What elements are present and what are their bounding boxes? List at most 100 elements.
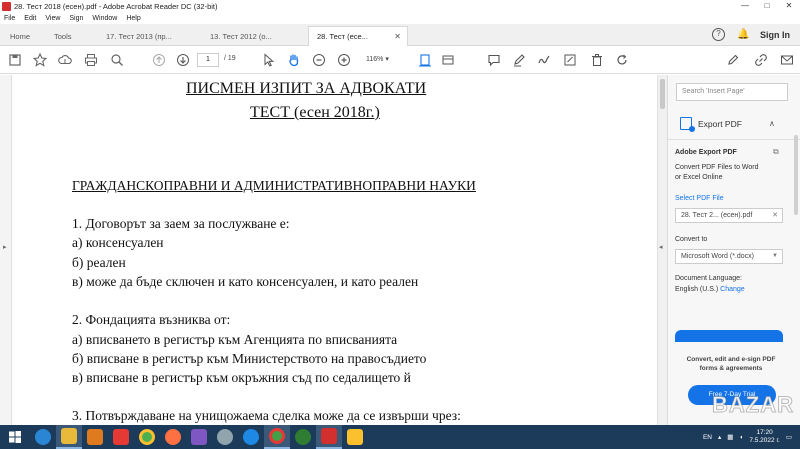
notifications-icon[interactable]: ▭ (786, 433, 792, 441)
keyboard-language[interactable]: EN (703, 434, 712, 441)
menu-file[interactable]: File (4, 15, 15, 22)
menu-edit[interactable]: Edit (24, 15, 36, 22)
tab-tools[interactable]: Tools (46, 26, 98, 46)
network-icon[interactable]: ▦ (727, 433, 733, 441)
fit-page-icon[interactable] (418, 53, 432, 67)
pane-scrollbar[interactable] (794, 135, 798, 215)
menu-bar: File Edit View Sign Window Help (0, 12, 800, 24)
doc-line: в) вписване в регистър към окръжния съд … (72, 370, 411, 385)
zoom-out-icon[interactable] (312, 53, 326, 67)
previous-page-icon[interactable] (152, 53, 166, 67)
page-count: / 19 (224, 55, 236, 62)
menu-help[interactable]: Help (126, 15, 140, 22)
change-language-link[interactable]: Change (720, 286, 745, 293)
maximize-button[interactable]: □ (756, 0, 778, 12)
close-window-button[interactable]: ✕ (778, 0, 800, 12)
left-nav-strip[interactable]: ▸ (0, 75, 12, 425)
menu-sign[interactable]: Sign (69, 15, 83, 22)
acrobat-app-icon (2, 1, 11, 11)
tab-document-17[interactable]: 17. Тест 2013 (пр... (98, 26, 202, 46)
comment-icon[interactable] (487, 53, 501, 67)
stamp-icon[interactable] (563, 53, 577, 67)
zoom-in-icon[interactable] (337, 53, 351, 67)
toolbar: 1 / 19 116% ▾ (0, 46, 800, 74)
doc-title-line1: ПИСМЕН ИЗПИТ ЗА АДВОКАТИ (186, 80, 427, 97)
print-icon[interactable] (84, 53, 98, 67)
clock[interactable]: 17:20 7.5.2022 г. (749, 429, 780, 445)
taskbar-chrome-icon[interactable] (134, 425, 160, 449)
zoom-search-icon[interactable] (110, 53, 124, 67)
taskbar-edge-icon[interactable] (238, 425, 264, 449)
export-pdf-header[interactable]: Export PDF (680, 117, 742, 132)
tab-document-13[interactable]: 13. Тест 2012 (о... (202, 26, 308, 46)
taskbar-kbs-icon[interactable] (212, 425, 238, 449)
format-dropdown[interactable]: Microsoft Word (*.docx) ▼ (675, 249, 783, 264)
taskbar-explorer-icon[interactable] (56, 425, 82, 449)
delete-trash-icon[interactable] (590, 53, 604, 67)
help-icon[interactable]: ? (712, 28, 725, 41)
adobe-export-title: Adobe Export PDF (675, 149, 737, 156)
collapse-caret-icon[interactable]: ∧ (769, 119, 775, 128)
select-pdf-file-label: Select PDF File (675, 195, 724, 202)
tools-search-input[interactable]: Search 'Insert Page' (676, 83, 788, 101)
volume-icon[interactable]: ◖ (739, 434, 743, 441)
taskbar-chrome2-icon[interactable] (264, 425, 290, 449)
pen-edit-icon[interactable] (726, 53, 740, 67)
upload-cloud-icon[interactable] (58, 53, 72, 67)
taskbar-yandex-icon[interactable] (108, 425, 134, 449)
start-button[interactable] (0, 425, 30, 449)
tab-home[interactable]: Home (2, 26, 46, 46)
menu-view[interactable]: View (45, 15, 60, 22)
clear-file-icon[interactable]: ✕ (772, 209, 778, 222)
doc-line: 1. Договорът за заем за послужване е: (72, 216, 290, 231)
doc-line: в) може да бъде сключен и като консенсуа… (72, 274, 419, 289)
doc-title-line2: ТЕСТ (есен 2018г.) (250, 104, 380, 121)
taskbar-media-icon[interactable] (82, 425, 108, 449)
sign-in-button[interactable]: Sign In (760, 30, 790, 40)
mail-icon[interactable] (780, 53, 794, 67)
collapse-right-pane-icon[interactable]: ◂ (659, 243, 663, 251)
scroll-thumb[interactable] (660, 79, 665, 109)
taskbar-folder-icon[interactable] (342, 425, 368, 449)
selected-file-field[interactable]: 28. Тест 2... (есен).pdf ✕ (675, 208, 783, 223)
expand-left-pane-icon[interactable]: ▸ (3, 243, 7, 251)
bookmark-star-icon[interactable] (33, 53, 47, 67)
zoom-level-dropdown[interactable]: 116% ▾ (360, 53, 400, 67)
system-tray: EN ▴ ▦ ◖ 17:20 7.5.2022 г. ▭ (703, 425, 800, 449)
tray-chevron-icon[interactable]: ▴ (718, 433, 721, 441)
promo-line-1: Convert, edit and e-sign PDF (686, 356, 776, 363)
rotate-icon[interactable] (615, 53, 629, 67)
watermark: BAZAR (712, 392, 794, 418)
convert-button[interactable] (675, 330, 783, 342)
taskbar-utorrent-icon[interactable] (290, 425, 316, 449)
taskbar-acrobat-icon[interactable] (316, 425, 342, 449)
title-bar: 28. Тест 2018 (есен).pdf - Adobe Acrobat… (0, 0, 800, 12)
taskbar: EN ▴ ▦ ◖ 17:20 7.5.2022 г. ▭ (0, 425, 800, 449)
bell-icon[interactable]: 🔔 (737, 29, 749, 41)
select-cursor-icon[interactable] (262, 53, 276, 67)
tab-document-28[interactable]: 28. Тест (есе... ✕ (308, 26, 408, 46)
promo-line-2: forms & agreements (699, 365, 763, 372)
doc-line: 2. Фондацията възниква от: (72, 312, 231, 327)
taskbar-app-icon[interactable] (186, 425, 212, 449)
minimize-button[interactable]: — (734, 0, 756, 12)
share-link-icon[interactable] (754, 53, 768, 67)
doc-line: а) вписването в регистър към Агенцията п… (72, 332, 398, 347)
document-view[interactable]: ПИСМЕН ИЗПИТ ЗА АДВОКАТИ ТЕСТ (есен 2018… (12, 75, 657, 425)
taskbar-firefox-icon[interactable] (160, 425, 186, 449)
document-language-label: Document Language: (675, 275, 742, 282)
draw-freeform-icon[interactable] (537, 53, 551, 67)
hand-tool-icon[interactable] (287, 53, 301, 67)
doc-line: б) вписване в регистър към Министерствот… (72, 351, 427, 366)
divider (668, 139, 800, 140)
save-icon[interactable] (8, 53, 22, 67)
close-tab-icon[interactable]: ✕ (394, 32, 401, 41)
highlight-pen-icon[interactable] (512, 53, 526, 67)
page-display-icon[interactable] (441, 53, 455, 67)
copy-icon[interactable]: ⧉ (773, 147, 779, 157)
next-page-icon[interactable] (176, 53, 190, 67)
page-number-input[interactable]: 1 (197, 53, 219, 67)
doc-section-heading: ГРАЖДАНСКОПРАВНИ И АДМИНИСТРАТИВНОПРАВНИ… (72, 178, 476, 193)
taskbar-ie-icon[interactable] (30, 425, 56, 449)
menu-window[interactable]: Window (92, 15, 117, 22)
